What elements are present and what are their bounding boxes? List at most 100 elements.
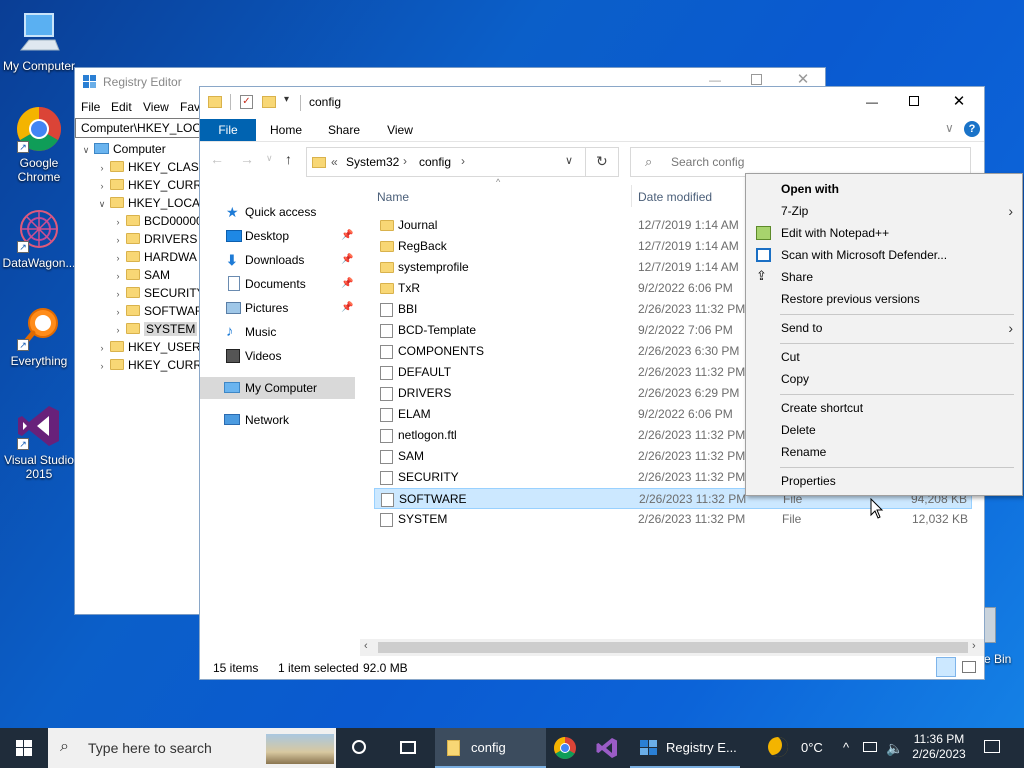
- tree-node-hkey-users[interactable]: › HKEY_USERS: [97, 338, 202, 357]
- chevron-right-icon[interactable]: ›: [113, 285, 123, 303]
- regedit-menu-edit[interactable]: Edit: [111, 100, 132, 114]
- tree-node-bcd[interactable]: › BCD00000: [113, 212, 202, 231]
- chevron-right-icon[interactable]: ›: [97, 177, 107, 195]
- menu-item-copy[interactable]: Copy: [746, 368, 1022, 390]
- menu-item-send-to[interactable]: Send to ›: [746, 317, 1022, 339]
- details-view-icon[interactable]: [936, 657, 956, 677]
- file-type: File: [782, 512, 802, 526]
- taskbar-search-input[interactable]: Type here to search: [88, 740, 212, 756]
- tree-node-system[interactable]: › SYSTEM: [113, 320, 198, 339]
- chevron-right-icon[interactable]: ›: [113, 303, 123, 321]
- chevron-right-icon[interactable]: ›: [97, 357, 107, 375]
- taskbar: ⌕ Type here to search config Registry E.…: [0, 728, 1024, 768]
- file-name: ELAM: [398, 407, 431, 421]
- chevron-right-icon[interactable]: ›: [97, 339, 107, 357]
- chevron-down-icon[interactable]: ∨: [97, 195, 107, 213]
- desktop-icon-label: Visual Studio 2015: [4, 453, 74, 481]
- clock[interactable]: 11:36 PM 2/26/2023: [906, 728, 972, 768]
- task-view-button[interactable]: [386, 728, 430, 768]
- tree-node-computer[interactable]: ∨ Computer: [81, 140, 166, 158]
- scrollbar-thumb[interactable]: [378, 642, 968, 653]
- weather-widget[interactable]: 0°C: [760, 728, 834, 768]
- menu-item-share[interactable]: ⇪ Share: [746, 266, 1022, 288]
- chevron-down-icon[interactable]: ∨: [81, 141, 91, 159]
- menu-label: 7-Zip: [781, 204, 809, 218]
- folder-icon: [380, 220, 394, 231]
- menu-item-restore-versions[interactable]: Restore previous versions: [746, 288, 1022, 310]
- tree-label: HARDWA: [144, 250, 197, 264]
- scroll-right-icon[interactable]: ›: [972, 640, 976, 652]
- menu-item-edit-notepad[interactable]: Edit with Notepad++: [746, 222, 1022, 244]
- volume-tray-icon[interactable]: 🔈: [885, 728, 905, 768]
- visual-studio-icon: [596, 738, 617, 758]
- regedit-menu-file[interactable]: File: [81, 100, 100, 114]
- menu-label: Edit with Notepad++: [781, 226, 890, 240]
- cortana-button[interactable]: [340, 728, 380, 768]
- file-date: 12/7/2019 1:14 AM: [638, 239, 739, 253]
- regedit-maximize-button[interactable]: [751, 74, 762, 85]
- desktop-icon-visual-studio[interactable]: ↗ Visual Studio 2015: [1, 402, 77, 481]
- taskbar-app-explorer[interactable]: config: [435, 728, 546, 768]
- menu-item-open-with[interactable]: Open with: [746, 178, 1022, 200]
- tree-label: SOFTWAR: [144, 304, 201, 318]
- menu-item-properties[interactable]: Properties: [746, 470, 1022, 492]
- folder-icon: [380, 241, 394, 252]
- desktop-icon-chrome[interactable]: ↗ Google Chrome: [1, 105, 77, 184]
- chevron-right-icon[interactable]: ›: [113, 321, 123, 339]
- chevron-right-icon[interactable]: ›: [113, 231, 123, 249]
- folder-icon: [126, 323, 140, 334]
- regedit-menu-view[interactable]: View: [143, 100, 169, 114]
- menu-item-scan-defender[interactable]: Scan with Microsoft Defender...: [746, 244, 1022, 266]
- large-icons-view-icon[interactable]: [962, 661, 976, 673]
- task-view-icon: [400, 741, 416, 754]
- menu-separator: [780, 343, 1014, 344]
- chevron-right-icon[interactable]: ›: [113, 249, 123, 267]
- menu-item-delete[interactable]: Delete: [746, 419, 1022, 441]
- menu-item-create-shortcut[interactable]: Create shortcut: [746, 397, 1022, 419]
- shortcut-arrow-icon: ↗: [17, 241, 29, 253]
- file-icon: [380, 450, 393, 464]
- desktop-icon-recycle-bin[interactable]: e Bin: [984, 605, 1024, 666]
- taskbar-app-regedit[interactable]: Registry E...: [630, 728, 740, 768]
- scroll-left-icon[interactable]: ‹: [364, 640, 368, 652]
- network-tray-icon[interactable]: [861, 728, 881, 768]
- desktop-icon-my-computer[interactable]: My Computer: [1, 8, 77, 73]
- regedit-menu-favorites[interactable]: Fav: [180, 100, 200, 114]
- chevron-right-icon[interactable]: ›: [97, 159, 107, 177]
- menu-item-7zip[interactable]: 7-Zip ›: [746, 200, 1022, 222]
- desktop-icon-datawagon[interactable]: ↗ DataWagon...: [1, 205, 77, 270]
- menu-item-rename[interactable]: Rename: [746, 441, 1022, 463]
- weather-temperature: 0°C: [801, 740, 823, 755]
- tree-node-hkey-classes-root[interactable]: › HKEY_CLASS: [97, 158, 202, 177]
- tree-node-hkey-current-config[interactable]: › HKEY_CURRI: [97, 356, 202, 375]
- tree-node-hardware[interactable]: › HARDWA: [113, 248, 197, 266]
- file-name: SYSTEM: [398, 512, 448, 526]
- menu-separator: [780, 314, 1014, 315]
- taskbar-search-box[interactable]: ⌕ Type here to search: [48, 728, 336, 768]
- menu-item-cut[interactable]: Cut: [746, 346, 1022, 368]
- file-date: 2/26/2023 6:29 PM: [638, 386, 740, 400]
- chevron-right-icon: ›: [1008, 203, 1013, 219]
- taskbar-app-visual-studio[interactable]: [588, 728, 626, 768]
- tree-node-drivers[interactable]: › DRIVERS: [113, 230, 198, 249]
- notifications-button[interactable]: [978, 728, 1008, 768]
- chevron-right-icon[interactable]: ›: [113, 267, 123, 285]
- chevron-right-icon[interactable]: ›: [113, 213, 123, 231]
- regedit-address-bar[interactable]: Computer\HKEY_LOCA: [75, 118, 201, 138]
- tray-overflow-chevron-icon[interactable]: ^: [838, 728, 854, 768]
- menu-label: Delete: [781, 423, 816, 437]
- desktop-icon-everything[interactable]: ↗ Everything: [1, 303, 77, 368]
- tree-node-security[interactable]: › SECURITY: [113, 284, 202, 303]
- taskbar-app-chrome[interactable]: [546, 728, 584, 768]
- horizontal-scrollbar[interactable]: ‹ ›: [360, 639, 984, 656]
- tree-node-sam[interactable]: › SAM: [113, 266, 171, 285]
- mouse-cursor-icon: [870, 497, 884, 520]
- tree-label: HKEY_LOCA: [128, 196, 201, 210]
- tree-node-hkey-local-machine[interactable]: ∨ HKEY_LOCA: [97, 194, 200, 212]
- file-name: RegBack: [398, 239, 447, 253]
- tree-node-hkey-current-user[interactable]: › HKEY_CURRI: [97, 176, 202, 195]
- tree-node-software[interactable]: › SOFTWAR: [113, 302, 202, 321]
- start-button[interactable]: [0, 728, 48, 768]
- folder-open-icon: [110, 197, 124, 208]
- desktop-icon-label: DataWagon...: [2, 256, 76, 270]
